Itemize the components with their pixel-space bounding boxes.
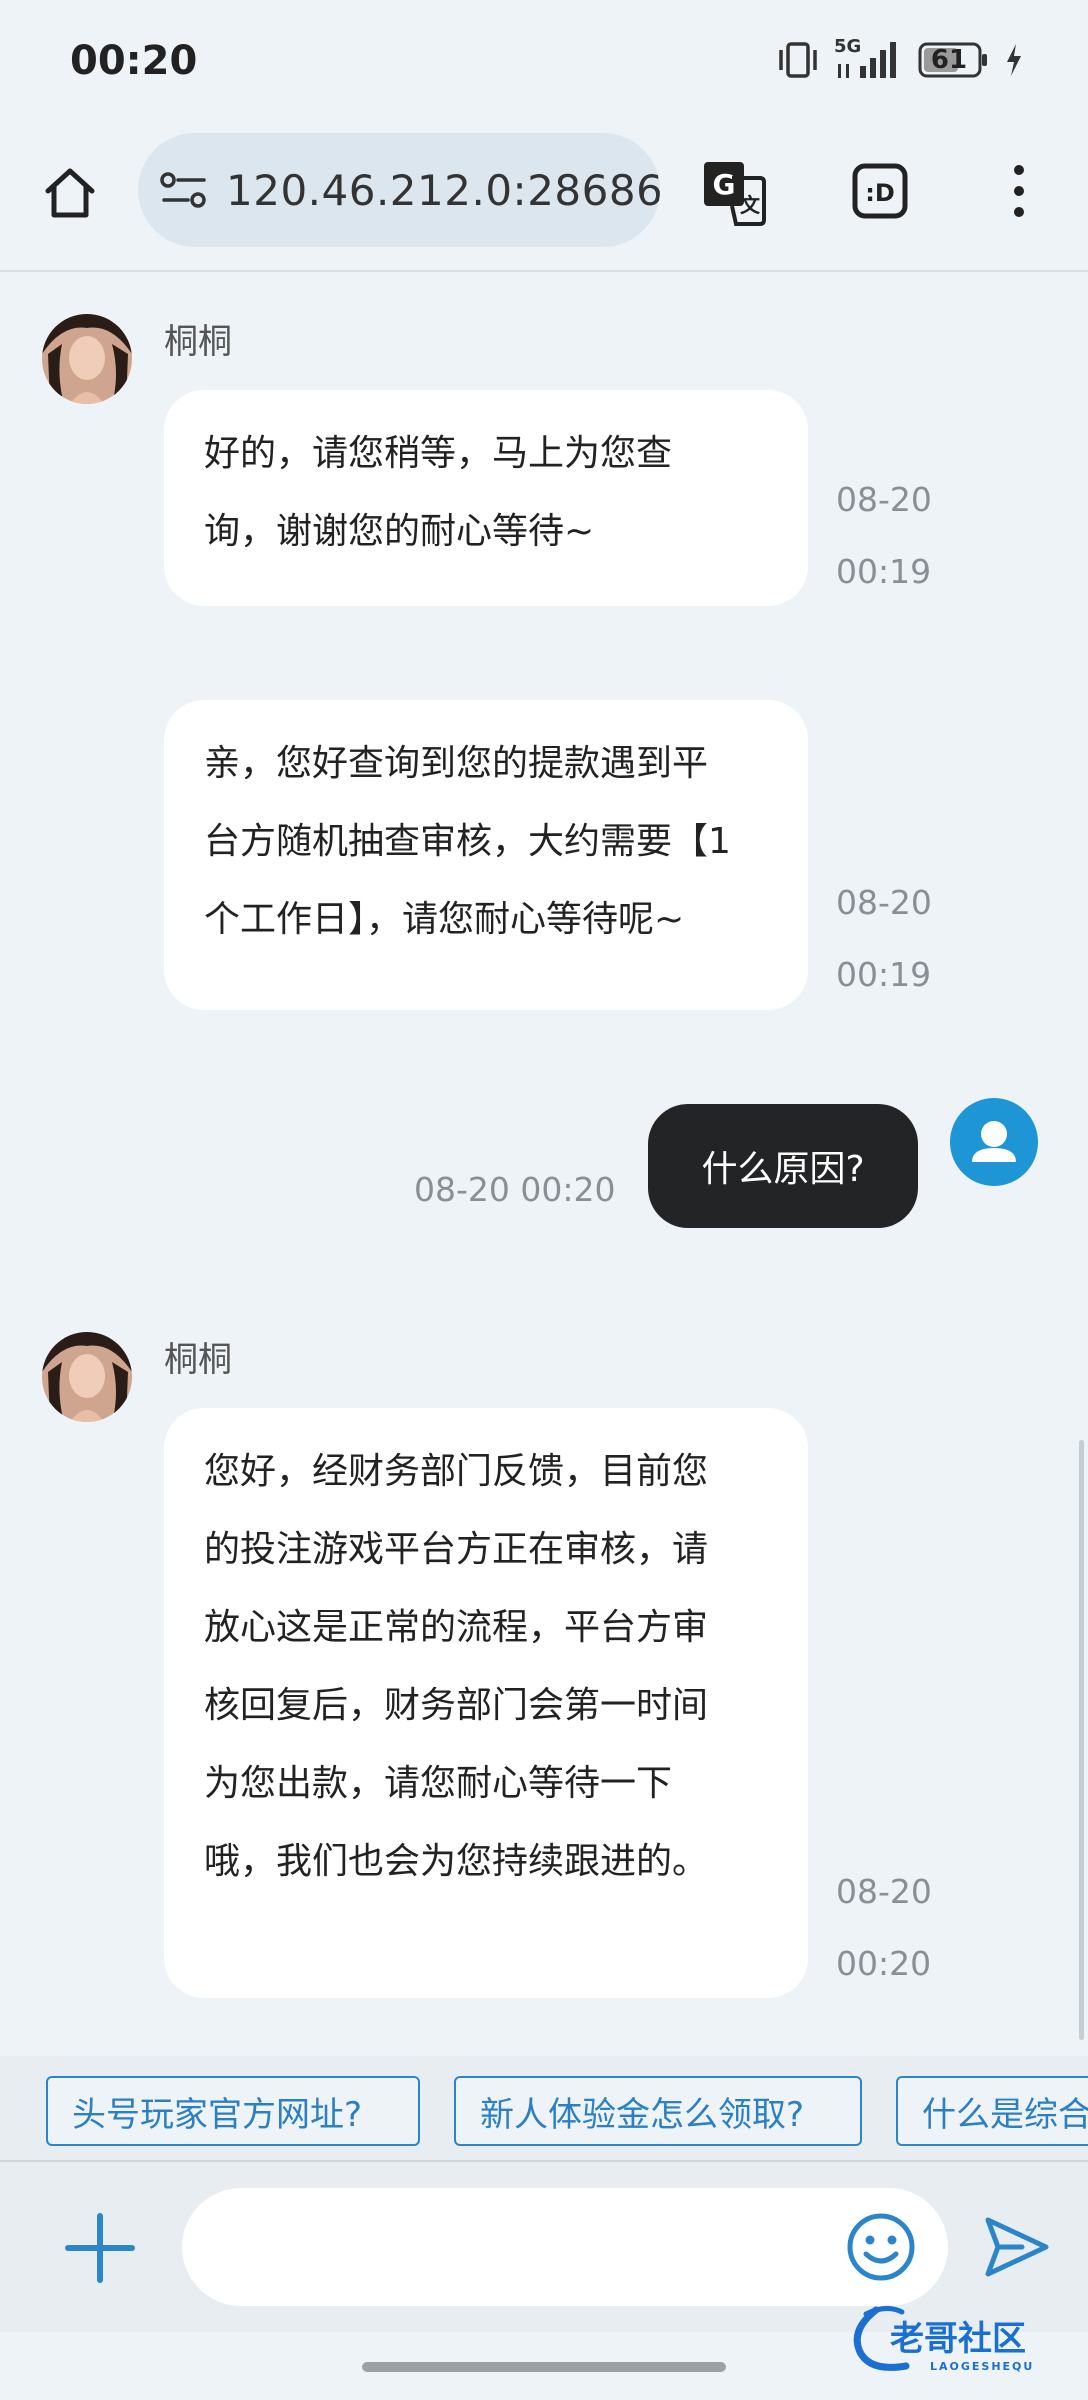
home-icon[interactable] <box>40 163 100 223</box>
message-date: 08-20 <box>836 883 932 922</box>
message-time: 00:19 <box>836 552 932 591</box>
emoji-icon[interactable] <box>846 2212 916 2282</box>
more-menu-icon[interactable] <box>1004 163 1034 219</box>
agent-message-bubble[interactable]: 您好，经财务部门反馈，目前您 的投注游戏平台方正在审核，请 放心这是正常的流程，… <box>164 1408 808 1998</box>
message-timestamp: 08-20 00:20 <box>836 1856 956 2000</box>
quick-replies-bar[interactable]: 头号玩家官方网址? 新人体验金怎么领取? 什么是综合 <box>0 2056 1088 2162</box>
plus-icon[interactable] <box>64 2212 136 2284</box>
address-bar[interactable]: 120.46.212.0:28686/ <box>138 133 660 247</box>
battery-icon: 61 <box>918 42 990 78</box>
quick-reply-chip[interactable]: 新人体验金怎么领取? <box>454 2076 862 2146</box>
sender-name: 桐桐 <box>164 1340 232 1380</box>
agent-avatar[interactable] <box>42 1332 132 1422</box>
charging-icon <box>1007 44 1021 76</box>
agent-message-bubble[interactable]: 好的，请您稍等，马上为您查 询，谢谢您的耐心等待~ <box>164 390 808 606</box>
watermark-logo: 老哥社区 LAOGESHEQU <box>846 2300 1076 2380</box>
signal-icon: 5G <box>834 36 904 80</box>
send-icon[interactable] <box>982 2214 1052 2280</box>
agent-message-bubble[interactable]: 亲，您好查询到您的提款遇到平 台方随机抽查审核，大约需要【1 个工作日】，请您耐… <box>164 700 808 1010</box>
user-icon <box>972 1121 1016 1162</box>
agent-avatar[interactable] <box>42 314 132 404</box>
home-indicator[interactable] <box>362 2362 726 2372</box>
sender-name: 桐桐 <box>164 322 232 362</box>
message-date: 08-20 <box>836 1872 932 1911</box>
message-time: 00:20 <box>836 1944 932 1983</box>
watermark-subtext: LAOGESHEQU <box>930 2360 1034 2373</box>
vibrate-icon <box>779 42 817 78</box>
svg-text::D: :D <box>865 179 895 207</box>
message-time: 00:19 <box>836 955 932 994</box>
tabs-icon[interactable]: :D <box>852 163 908 219</box>
url-text: 120.46.212.0:28686/ <box>226 165 660 215</box>
message-input[interactable] <box>182 2188 948 2306</box>
user-avatar[interactable] <box>950 1098 1038 1186</box>
message-date: 08-20 <box>836 480 932 519</box>
status-time: 00:20 <box>70 38 198 84</box>
translate-icon[interactable]: G 文 <box>702 160 768 226</box>
message-line: 询，谢谢您的耐心等待~ <box>204 511 595 552</box>
browser-toolbar: 120.46.212.0:28686/ G 文 :D <box>0 125 1088 272</box>
message-line: 哦，我们也会为您持续跟进的。 <box>204 1841 709 1882</box>
chat-messages[interactable]: 桐桐 好的，请您稍等，马上为您查 询，谢谢您的耐心等待~ 08-20 00:19… <box>0 272 1088 2056</box>
quick-reply-chip[interactable]: 头号玩家官方网址? <box>46 2076 420 2146</box>
my-message-bubble[interactable]: 什么原因? <box>648 1104 918 1228</box>
site-settings-icon[interactable] <box>160 170 208 210</box>
message-timestamp: 08-20 00:19 <box>836 464 956 608</box>
quick-reply-chip[interactable]: 什么是综合 <box>896 2076 1088 2146</box>
watermark-text: 老哥社区 <box>890 2319 1026 2359</box>
svg-text:文: 文 <box>740 193 761 217</box>
message-text: 什么原因? <box>701 1149 865 1190</box>
message-line: 个工作日】，请您耐心等待呢~ <box>204 899 685 940</box>
status-bar: 00:20 5G 61 <box>0 0 1088 125</box>
battery-level: 61 <box>930 45 968 75</box>
my-message-timestamp: 08-20 00:20 <box>414 1170 616 1209</box>
status-icons: 5G 61 <box>776 36 1024 80</box>
chat-scrollbar[interactable] <box>1079 1440 1084 2040</box>
message-timestamp: 08-20 00:19 <box>836 867 956 1011</box>
svg-text:G: G <box>713 168 736 201</box>
